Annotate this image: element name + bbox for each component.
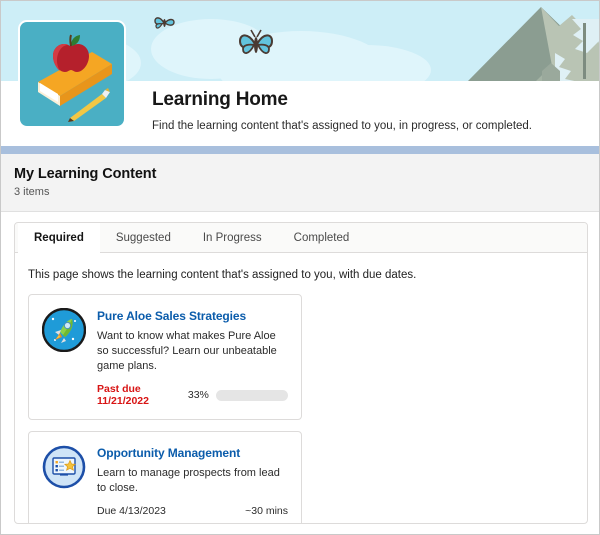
page-title: Learning Home	[152, 89, 288, 110]
book-and-apple-icon	[20, 22, 124, 126]
learning-card[interactable]: Opportunity Management Learn to manage p…	[28, 431, 302, 523]
card-footer: Due 4/13/2023 ~30 mins	[97, 505, 288, 517]
butterfly-icon	[154, 17, 175, 29]
mountain-icon	[467, 7, 599, 81]
tab-required[interactable]: Required	[18, 223, 100, 253]
section-header: My Learning Content 3 items	[1, 154, 599, 212]
duration-label: ~30 mins	[245, 505, 288, 517]
screen-star-icon	[42, 445, 86, 489]
panel-description: This page shows the learning content tha…	[28, 269, 417, 281]
page-banner: Learning Home Find the learning content …	[1, 1, 599, 146]
tab-in-progress[interactable]: In Progress	[187, 223, 278, 253]
card-content: Opportunity Management Learn to manage p…	[97, 445, 288, 517]
card-title-link[interactable]: Opportunity Management	[97, 446, 288, 461]
progress-bar	[215, 389, 288, 401]
banner-divider	[1, 146, 599, 154]
card-content: Pure Aloe Sales Strategies Want to know …	[97, 308, 288, 407]
learning-card[interactable]: Pure Aloe Sales Strategies Want to know …	[28, 294, 302, 420]
learning-home-page: Learning Home Find the learning content …	[0, 0, 600, 535]
due-date-label: Due 4/13/2023	[97, 505, 166, 517]
card-description: Learn to manage prospects from lead to c…	[97, 467, 280, 494]
card-title-link[interactable]: Pure Aloe Sales Strategies	[97, 309, 288, 324]
card-description: Want to know what makes Pure Aloe so suc…	[97, 330, 277, 372]
panel-body: This page shows the learning content tha…	[15, 253, 587, 523]
page-subtitle: Find the learning content that's assigne…	[152, 120, 532, 132]
card-footer: Past due 11/21/2022 33%	[97, 383, 288, 407]
progress-percent-label: 33%	[187, 389, 209, 401]
rocket-icon	[42, 308, 86, 352]
past-due-label: Past due 11/21/2022	[97, 383, 149, 407]
section-item-count: 3 items	[14, 186, 50, 198]
tab-list: Required Suggested In Progress Completed	[15, 223, 587, 253]
section-title: My Learning Content	[14, 166, 157, 182]
butterfly-icon	[238, 29, 274, 54]
learning-card-grid: Pure Aloe Sales Strategies Want to know …	[28, 294, 575, 523]
tab-suggested[interactable]: Suggested	[100, 223, 187, 253]
banner-text-block: Learning Home Find the learning content …	[152, 89, 532, 134]
tab-completed[interactable]: Completed	[278, 223, 366, 253]
learning-content-panel: Required Suggested In Progress Completed…	[14, 222, 588, 524]
